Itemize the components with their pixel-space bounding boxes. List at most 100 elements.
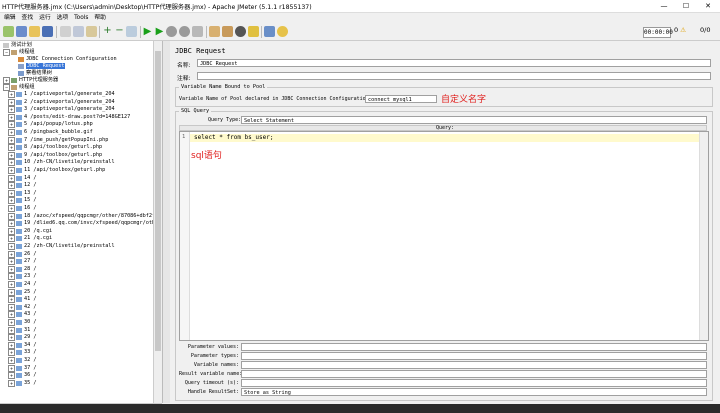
expand-toggle-icon[interactable]: +	[8, 273, 15, 281]
scrollbar-thumb[interactable]	[155, 51, 161, 351]
expand-toggle-icon[interactable]: +	[8, 334, 15, 342]
tree-node-sampler[interactable]: +16 /	[8, 205, 37, 212]
param-input[interactable]	[241, 370, 707, 378]
expand-toggle-icon[interactable]: +	[8, 113, 15, 121]
tree-node-sampler[interactable]: +34 /	[8, 341, 37, 349]
open-icon[interactable]	[29, 26, 40, 37]
tree-node-sampler[interactable]: +11 /api/toolbox/geturl.php	[8, 167, 105, 174]
expand-toggle-icon[interactable]: +	[8, 98, 15, 106]
expand-toggle-icon[interactable]: +	[8, 319, 15, 326]
tree-node-sampler[interactable]: +32 /	[8, 357, 37, 364]
tree-node-sampler[interactable]: +35 /	[8, 379, 37, 387]
param-input[interactable]	[241, 379, 707, 387]
tree-node-sampler[interactable]: +2 /captiveportal/generate_204	[8, 98, 115, 106]
expand-toggle-icon[interactable]: +	[8, 151, 15, 159]
tree-node-sampler[interactable]: +21 /q.cgi	[8, 235, 52, 243]
start-no-pause-icon[interactable]: ▶	[154, 26, 165, 37]
menu-options[interactable]: 选项	[57, 13, 69, 23]
expand-toggle-icon[interactable]: +	[8, 288, 15, 296]
tree-node-thread-group-2[interactable]: − 线程组	[3, 84, 35, 91]
tree-node-sampler[interactable]: +41 /	[8, 296, 37, 304]
menu-edit[interactable]: 编辑	[4, 13, 16, 23]
tree-node-sampler[interactable]: +43 /	[8, 311, 37, 319]
shutdown-icon[interactable]	[179, 26, 190, 37]
expand-toggle-icon[interactable]: +	[8, 144, 15, 152]
tree-node-sampler[interactable]: +19 /dlied6.qq.com/invc/xfspeed/qqpcmgr/…	[8, 220, 162, 228]
param-input[interactable]	[241, 343, 707, 351]
tree-node-sampler[interactable]: +14 /	[8, 174, 37, 182]
tree-node-sampler[interactable]: +33 /	[8, 349, 37, 357]
splitter[interactable]	[163, 41, 170, 403]
tree-node-sampler[interactable]: +1 /captiveportal/generate_204	[8, 91, 115, 98]
tree-node-thread-group[interactable]: − 线程组	[3, 49, 35, 56]
tree-node-sampler[interactable]: +36 /	[8, 372, 37, 380]
expand-toggle-icon[interactable]: +	[8, 258, 15, 266]
expand-toggle-icon[interactable]: +	[8, 129, 15, 136]
tree-node-sampler[interactable]: +4 /posts/edit-draw.post?d=148GE127	[8, 113, 130, 121]
expand-toggle-icon[interactable]: +	[8, 167, 15, 174]
reset-search-icon[interactable]	[248, 26, 259, 37]
tree-node-sampler[interactable]: +29 /	[8, 334, 37, 342]
close-button[interactable]: ✕	[698, 1, 718, 11]
remote-start-icon[interactable]	[192, 26, 203, 37]
tree-node-sampler[interactable]: +7 /ime_push/getPopupIni.php	[8, 136, 108, 144]
expand-toggle-icon[interactable]: +	[8, 364, 15, 372]
tree-node-sampler[interactable]: +10 /zh-CN/livetile/preinstall	[8, 159, 115, 167]
tree-node-sampler[interactable]: +37 /	[8, 364, 37, 372]
tree-node-sampler[interactable]: +22 /zh-CN/livetile/preinstall	[8, 243, 115, 250]
param-input[interactable]	[241, 352, 707, 360]
expand-toggle-icon[interactable]: +	[8, 106, 15, 114]
search-icon[interactable]	[235, 26, 246, 37]
expand-toggle-icon[interactable]: +	[8, 220, 15, 228]
toggle-icon[interactable]	[126, 26, 137, 37]
expand-toggle-icon[interactable]: +	[8, 265, 15, 273]
tree-node-results-tree[interactable]: 察看结果树	[18, 70, 52, 77]
tree-node-sampler[interactable]: +42 /	[8, 303, 37, 311]
expand-toggle-icon[interactable]: +	[3, 77, 10, 84]
expand-toggle-icon[interactable]: +	[8, 326, 15, 334]
tree-node-sampler[interactable]: +26 /	[8, 250, 37, 258]
collapse-toggle-icon[interactable]: −	[3, 84, 10, 91]
tree-node-sampler[interactable]: +3 /captiveportal/generate_204	[8, 106, 115, 114]
expand-toggle-icon[interactable]: +	[8, 349, 15, 357]
sql-editor-scrollbar[interactable]	[699, 132, 708, 340]
menu-search[interactable]: 查找	[22, 13, 34, 23]
pool-variable-input[interactable]: connect_mysql1	[365, 95, 437, 103]
menu-tools[interactable]: Tools	[74, 13, 88, 23]
test-plan-tree[interactable]: 测试计划 − 线程组 JDBC Connection Configuration …	[0, 41, 163, 403]
expand-toggle-icon[interactable]: +	[8, 357, 15, 364]
new-icon[interactable]	[3, 26, 14, 37]
copy-icon[interactable]	[73, 26, 84, 37]
tree-node-http-proxy[interactable]: + HTTP代理服务器	[3, 77, 58, 84]
expand-toggle-icon[interactable]: +	[8, 182, 15, 190]
menu-help[interactable]: 帮助	[94, 13, 106, 23]
expand-toggle-icon[interactable]: +	[8, 379, 15, 387]
menu-run[interactable]: 运行	[39, 13, 51, 23]
tree-node-sampler[interactable]: +25 /	[8, 288, 37, 296]
tree-node-test-plan[interactable]: 测试计划	[3, 42, 32, 49]
tree-node-sampler[interactable]: +28 /	[8, 265, 37, 273]
tree-vertical-scrollbar[interactable]	[153, 41, 162, 403]
tree-node-sampler[interactable]: +5 /api/popup/lotus.php	[8, 121, 93, 129]
expand-toggle-icon[interactable]: +	[8, 197, 15, 205]
expand-toggle-icon[interactable]: +	[8, 250, 15, 258]
clear-icon[interactable]	[209, 26, 220, 37]
warning-indicator[interactable]: 0 ⚠	[674, 26, 686, 34]
expand-toggle-icon[interactable]: +	[8, 91, 15, 98]
name-input[interactable]: JDBC Request	[197, 59, 711, 67]
expand-toggle-icon[interactable]: +	[8, 227, 15, 235]
tree-node-sampler[interactable]: +9 /api/toolbox/geturl.php	[8, 151, 102, 159]
expand-icon[interactable]: +	[102, 26, 113, 37]
tree-node-sampler[interactable]: +24 /	[8, 281, 37, 288]
query-type-select[interactable]: Select Statement	[241, 116, 707, 124]
templates-icon[interactable]	[16, 26, 27, 37]
expand-toggle-icon[interactable]: +	[8, 189, 15, 197]
expand-toggle-icon[interactable]: +	[8, 205, 15, 212]
expand-toggle-icon[interactable]: +	[8, 174, 15, 182]
maximize-button[interactable]: ☐	[676, 1, 696, 11]
start-icon[interactable]: ▶	[142, 26, 153, 37]
expand-toggle-icon[interactable]: +	[8, 159, 15, 167]
tree-node-sampler[interactable]: +20 /q.cgi	[8, 227, 52, 235]
tree-node-sampler[interactable]: +23 /	[8, 273, 37, 281]
save-icon[interactable]	[42, 26, 53, 37]
